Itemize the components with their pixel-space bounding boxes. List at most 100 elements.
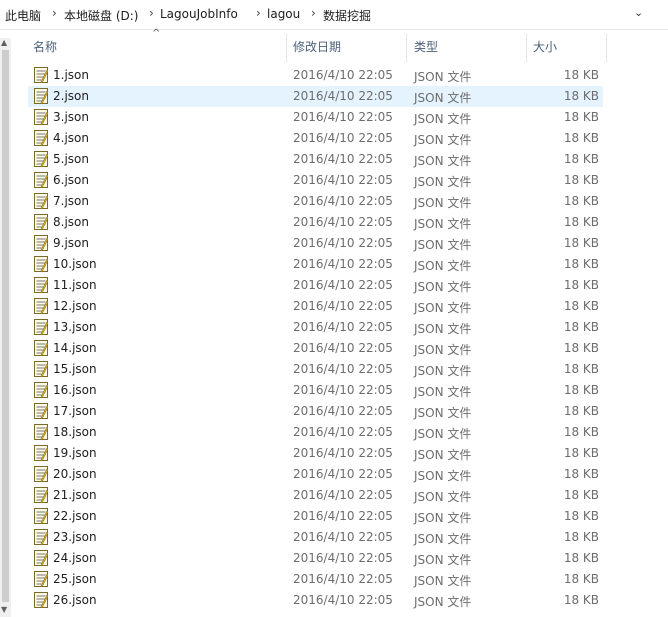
json-file-icon [34,592,48,608]
file-size: 18 KB [563,362,599,376]
json-file-icon [34,172,48,188]
column-header-size[interactable]: 大小 [533,38,557,55]
file-row[interactable]: 19.json 2016/4/10 22:05 JSON 文件 18 KB [28,443,603,464]
json-file-icon [34,214,48,230]
file-row[interactable]: 25.json 2016/4/10 22:05 JSON 文件 18 KB [28,569,603,590]
file-row[interactable]: 3.json 2016/4/10 22:05 JSON 文件 18 KB [28,107,603,128]
breadcrumb-this-pc[interactable]: 此电脑 [5,7,41,24]
file-name: 21.json [53,488,97,502]
file-row[interactable]: 15.json 2016/4/10 22:05 JSON 文件 18 KB [28,359,603,380]
file-row[interactable]: 22.json 2016/4/10 22:05 JSON 文件 18 KB [28,506,603,527]
file-name: 7.json [53,194,89,208]
json-file-icon [34,151,48,167]
scrollbar-thumb[interactable] [2,50,9,602]
file-type: JSON 文件 [414,133,472,147]
file-name: 16.json [53,383,97,397]
file-row[interactable]: 1.json 2016/4/10 22:05 JSON 文件 18 KB [28,65,603,86]
column-divider[interactable] [286,34,287,62]
file-name: 5.json [53,152,89,166]
file-type: JSON 文件 [414,385,472,399]
chevron-right-icon[interactable]: › [256,6,261,20]
column-header-name[interactable]: 名称 [33,38,57,55]
json-file-icon [34,193,48,209]
column-header-date[interactable]: 修改日期 [293,38,341,55]
file-modified-date: 2016/4/10 22:05 [293,110,393,124]
file-row[interactable]: 9.json 2016/4/10 22:05 JSON 文件 18 KB [28,233,603,254]
file-row[interactable]: 18.json 2016/4/10 22:05 JSON 文件 18 KB [28,422,603,443]
scroll-up-arrow-icon[interactable]: ▲ [1,38,7,47]
file-row[interactable]: 23.json 2016/4/10 22:05 JSON 文件 18 KB [28,527,603,548]
file-row[interactable]: 6.json 2016/4/10 22:05 JSON 文件 18 KB [28,170,603,191]
file-name: 20.json [53,467,97,481]
file-type: JSON 文件 [414,427,472,441]
file-size: 18 KB [563,530,599,544]
file-modified-date: 2016/4/10 22:05 [293,467,393,481]
file-row[interactable]: 16.json 2016/4/10 22:05 JSON 文件 18 KB [28,380,603,401]
file-type: JSON 文件 [414,91,472,105]
json-file-icon [34,424,48,440]
column-divider[interactable] [606,34,607,62]
column-divider[interactable] [406,34,407,62]
address-bar[interactable]: 此电脑 › 本地磁盘 (D:) › LagouJobInfo › lagou ›… [0,0,668,30]
file-size: 18 KB [563,257,599,271]
chevron-right-icon[interactable]: › [149,6,154,20]
file-modified-date: 2016/4/10 22:05 [293,383,393,397]
breadcrumb-current-folder[interactable]: 数据挖掘 [323,7,371,24]
breadcrumb-local-disk[interactable]: 本地磁盘 (D:) [64,7,138,24]
file-row[interactable]: 14.json 2016/4/10 22:05 JSON 文件 18 KB [28,338,603,359]
file-type: JSON 文件 [414,511,472,525]
file-modified-date: 2016/4/10 22:05 [293,509,393,523]
breadcrumb-lagou[interactable]: lagou [267,7,300,21]
file-row[interactable]: 17.json 2016/4/10 22:05 JSON 文件 18 KB [28,401,603,422]
file-size: 18 KB [563,173,599,187]
file-row[interactable]: 10.json 2016/4/10 22:05 JSON 文件 18 KB [28,254,603,275]
file-name: 25.json [53,572,97,586]
json-file-icon [34,571,48,587]
file-type: JSON 文件 [414,217,472,231]
file-row[interactable]: 7.json 2016/4/10 22:05 JSON 文件 18 KB [28,191,603,212]
file-modified-date: 2016/4/10 22:05 [293,89,393,103]
json-file-icon [34,487,48,503]
file-type: JSON 文件 [414,448,472,462]
json-file-icon [34,508,48,524]
file-size: 18 KB [563,572,599,586]
file-name: 17.json [53,404,97,418]
file-size: 18 KB [563,152,599,166]
file-row[interactable]: 26.json 2016/4/10 22:05 JSON 文件 18 KB [28,590,603,611]
file-size: 18 KB [563,551,599,565]
file-row[interactable]: 24.json 2016/4/10 22:05 JSON 文件 18 KB [28,548,603,569]
chevron-right-icon[interactable]: › [52,6,57,20]
file-modified-date: 2016/4/10 22:05 [293,194,393,208]
file-row[interactable]: 8.json 2016/4/10 22:05 JSON 文件 18 KB [28,212,603,233]
breadcrumb-lagoujobinfo[interactable]: LagouJobInfo [160,7,238,21]
scroll-down-arrow-icon[interactable]: ▼ [1,605,7,614]
file-size: 18 KB [563,425,599,439]
file-row[interactable]: 20.json 2016/4/10 22:05 JSON 文件 18 KB [28,464,603,485]
file-type: JSON 文件 [414,322,472,336]
file-modified-date: 2016/4/10 22:05 [293,404,393,418]
file-size: 18 KB [563,110,599,124]
json-file-icon [34,340,48,356]
file-row[interactable]: 2.json 2016/4/10 22:05 JSON 文件 18 KB [28,86,603,107]
column-divider[interactable] [526,34,527,62]
file-row[interactable]: 13.json 2016/4/10 22:05 JSON 文件 18 KB [28,317,603,338]
file-modified-date: 2016/4/10 22:05 [293,593,393,607]
file-name: 8.json [53,215,89,229]
json-file-icon [34,88,48,104]
chevron-right-icon[interactable]: › [311,6,316,20]
file-name: 10.json [53,257,97,271]
file-name: 13.json [53,320,97,334]
file-row[interactable]: 12.json 2016/4/10 22:05 JSON 文件 18 KB [28,296,603,317]
file-name: 3.json [53,110,89,124]
file-row[interactable]: 4.json 2016/4/10 22:05 JSON 文件 18 KB [28,128,603,149]
file-row[interactable]: 5.json 2016/4/10 22:05 JSON 文件 18 KB [28,149,603,170]
file-name: 6.json [53,173,89,187]
file-name: 14.json [53,341,97,355]
file-row[interactable]: 11.json 2016/4/10 22:05 JSON 文件 18 KB [28,275,603,296]
file-modified-date: 2016/4/10 22:05 [293,68,393,82]
chevron-down-icon[interactable]: ⌄ [634,6,643,19]
file-name: 12.json [53,299,97,313]
file-row[interactable]: 21.json 2016/4/10 22:05 JSON 文件 18 KB [28,485,603,506]
file-type: JSON 文件 [414,364,472,378]
column-header-type[interactable]: 类型 [414,38,438,55]
